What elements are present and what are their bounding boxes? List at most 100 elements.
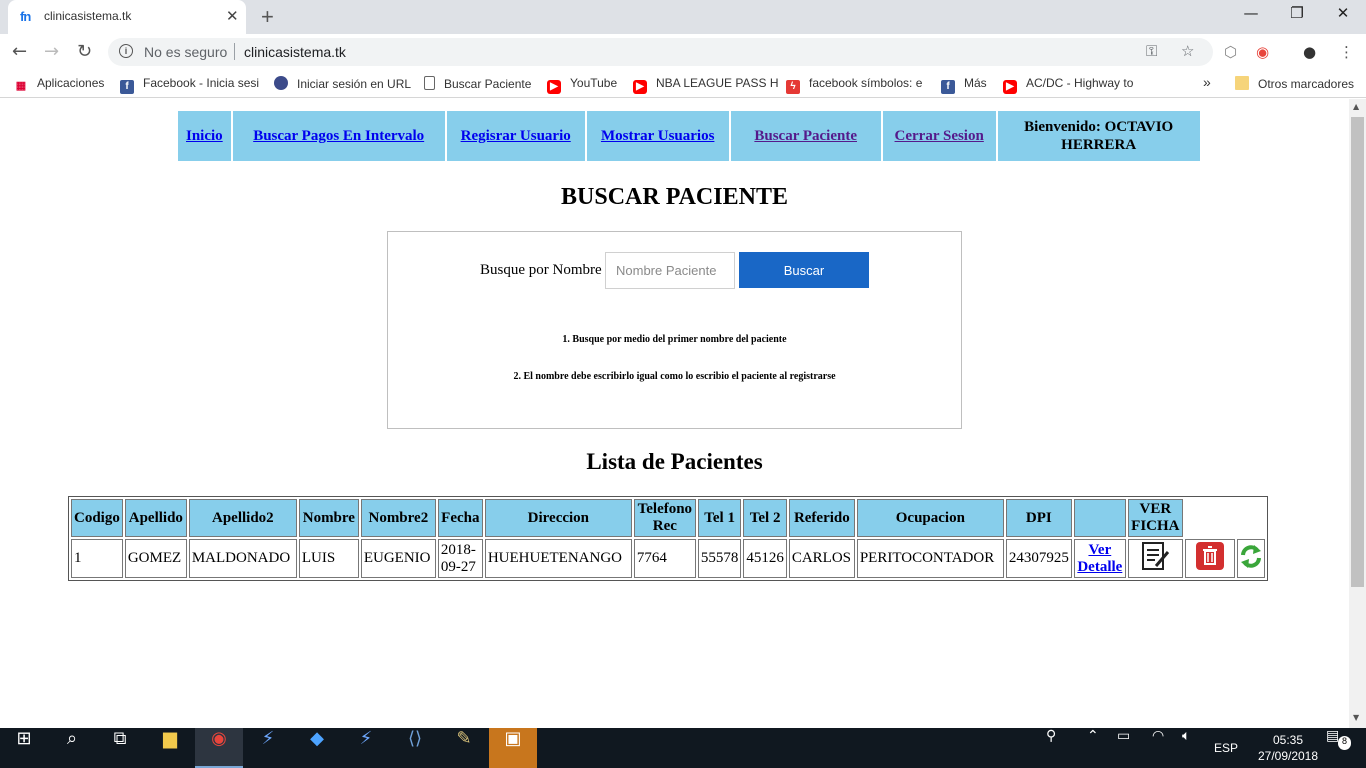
tab-title: clinicasistema.tk xyxy=(44,9,132,23)
network-app-icon[interactable]: ⚡ xyxy=(244,728,292,768)
virtualbox-app-icon[interactable]: ▣ xyxy=(489,728,537,768)
menu-link-registrar-usuario[interactable]: Regisrar Usuario xyxy=(461,128,571,144)
key-icon[interactable]: ⚿ xyxy=(1146,42,1157,60)
security-status[interactable]: No es seguro xyxy=(144,44,227,60)
battery-icon[interactable]: ▭ xyxy=(1117,728,1130,768)
tab-close-icon[interactable]: ✕ xyxy=(226,7,239,25)
cell-ver-ficha xyxy=(1127,539,1183,578)
globe-icon xyxy=(274,76,288,90)
cell-telefono-rec: 7764 xyxy=(633,539,696,578)
bookmark-youtube[interactable]: ▶ YouTube xyxy=(547,76,617,94)
profile-avatar-icon[interactable]: ● xyxy=(1303,43,1316,61)
bookmark-other[interactable]: Otros marcadores xyxy=(1235,76,1354,91)
page-icon xyxy=(424,76,435,90)
facebook-icon: f xyxy=(120,80,134,94)
volume-icon[interactable]: 🔈︎ xyxy=(1182,728,1190,768)
cell-referido: CARLOS xyxy=(788,539,855,578)
menu-link-buscar-pagos[interactable]: Buscar Pagos En Intervalo xyxy=(253,128,424,144)
notification-center-icon[interactable]: ▤ xyxy=(1326,728,1339,768)
browser-tab[interactable]: fn clinicasistema.tk ✕ xyxy=(8,0,246,34)
cell-dpi: 24307925 xyxy=(1005,539,1072,578)
sublime-app-icon[interactable]: ◆ xyxy=(293,728,341,768)
bookmark-label: Iniciar sesión en URL xyxy=(297,77,412,91)
bookmark-url-login[interactable]: Iniciar sesión en URL xyxy=(274,76,411,91)
url-text[interactable]: clinicasistema.tk xyxy=(244,44,346,60)
cell-nombre: LUIS xyxy=(298,539,359,578)
chrome-taskbar-icon[interactable]: ◉ xyxy=(195,728,243,768)
table-row: 1 GOMEZ MALDONADO LUIS EUGENIO 2018-09-2… xyxy=(71,539,1265,578)
list-title: Lista de Pacientes xyxy=(586,449,763,474)
scroll-up-icon[interactable]: ▲ xyxy=(1353,102,1359,111)
bookmark-label: facebook símbolos: e xyxy=(809,76,923,90)
scroll-down-icon[interactable]: ▼ xyxy=(1353,713,1359,722)
cell-ocupacion: PERITOCONTADOR xyxy=(856,539,1004,578)
address-bar[interactable]: i No es seguro clinicasistema.tk ⚿ ☆ xyxy=(108,38,1213,66)
new-tab-button[interactable]: + xyxy=(261,4,274,30)
file-explorer-icon[interactable]: ▆ xyxy=(146,728,194,768)
main-menu: Inicio Buscar Pagos En Intervalo Regisra… xyxy=(176,111,1202,161)
system-clock[interactable]: 05:35 27/09/2018 xyxy=(1256,732,1320,764)
search-icon[interactable]: ⌕ xyxy=(48,728,96,768)
col-apellido: Apellido xyxy=(124,499,187,537)
cell-nombre2: EUGENIO xyxy=(360,539,436,578)
info-icon[interactable]: i xyxy=(119,44,133,58)
page-scrollbar[interactable]: ▲ ▼ xyxy=(1349,99,1366,728)
vscode-app-icon[interactable]: ⟨⟩ xyxy=(391,728,439,768)
clock-time: 05:35 xyxy=(1272,733,1304,747)
omnibox-divider xyxy=(234,43,235,60)
menu-link-mostrar-usuarios[interactable]: Mostrar Usuarios xyxy=(601,128,714,144)
paint-app-icon[interactable]: ✎ xyxy=(440,728,488,768)
menu-item-mostrar: Mostrar Usuarios xyxy=(586,111,729,161)
search-input[interactable] xyxy=(605,252,735,289)
people-icon[interactable]: ⚲ xyxy=(1046,728,1056,768)
close-window-icon[interactable]: ✕ xyxy=(1320,4,1366,22)
more-bookmarks-chevron-icon[interactable]: » xyxy=(1203,74,1211,90)
bookmark-star-icon[interactable]: ☆ xyxy=(1181,42,1194,60)
task-view-icon[interactable]: ⧉ xyxy=(96,728,144,768)
ver-detalle-link[interactable]: Ver Detalle xyxy=(1077,542,1122,575)
chrome-menu-icon[interactable]: ⋮ xyxy=(1339,43,1354,61)
search-button[interactable]: Buscar xyxy=(739,252,869,288)
menu-link-cerrar-sesion[interactable]: Cerrar Sesion xyxy=(895,128,984,144)
bookmark-apps[interactable]: ▦ Aplicaciones xyxy=(14,76,105,93)
col-direccion: Direccion xyxy=(484,499,632,537)
folder-icon xyxy=(1235,76,1249,90)
language-indicator[interactable]: ESP xyxy=(1214,728,1238,768)
tab-strip: fn clinicasistema.tk ✕ + — ❐ ✕ xyxy=(0,0,1366,34)
page-title: BUSCAR PACIENTE xyxy=(561,184,788,210)
menu-link-buscar-paciente[interactable]: Buscar Paciente xyxy=(754,128,857,144)
col-referido: Referido xyxy=(788,499,855,537)
bookmark-mas[interactable]: f Más xyxy=(941,76,987,94)
forward-icon[interactable]: → xyxy=(44,41,59,62)
bookmark-label: AC/DC - Highway to xyxy=(1026,76,1134,90)
bookmark-label: Otros marcadores xyxy=(1258,77,1355,91)
menu-link-inicio[interactable]: Inicio xyxy=(186,128,223,144)
refresh-update-icon[interactable] xyxy=(1238,541,1264,571)
col-ocupacion: Ocupacion xyxy=(856,499,1004,537)
col-dpi: DPI xyxy=(1005,499,1072,537)
trash-delete-icon[interactable] xyxy=(1195,541,1225,571)
bookmark-acdc[interactable]: ▶ AC/DC - Highway to xyxy=(1003,76,1133,94)
bookmark-facebook[interactable]: f Facebook - Inicia sesi xyxy=(120,76,259,94)
bookmark-facebook-symbols[interactable]: ϟ facebook símbolos: e xyxy=(786,76,922,94)
maximize-icon[interactable]: ❐ xyxy=(1274,4,1320,22)
bookmark-buscar-paciente[interactable]: Buscar Paciente xyxy=(424,76,531,91)
scrollbar-thumb[interactable] xyxy=(1351,117,1364,587)
tray-chevron-icon[interactable]: ⌃ xyxy=(1087,728,1099,768)
windows-start-icon[interactable]: ⊞ xyxy=(0,728,48,768)
minimize-icon[interactable]: — xyxy=(1228,4,1274,22)
document-edit-icon[interactable] xyxy=(1140,540,1170,572)
extension-record-icon[interactable]: ◉ xyxy=(1256,43,1269,61)
browser-toolbar: ← → ↻ i No es seguro clinicasistema.tk ⚿… xyxy=(0,34,1366,70)
patients-table: Codigo Apellido Apellido2 Nombre Nombre2… xyxy=(68,496,1268,581)
extension-shield-icon[interactable]: ⬡ xyxy=(1224,43,1237,61)
cell-tel1: 55578 xyxy=(697,539,742,578)
col-tel1: Tel 1 xyxy=(697,499,742,537)
menu-item-buscar-paciente: Buscar Paciente xyxy=(730,111,881,161)
reload-icon[interactable]: ↻ xyxy=(77,41,92,62)
back-icon[interactable]: ← xyxy=(12,41,27,62)
wifi-icon[interactable]: ◠ xyxy=(1152,728,1164,768)
network-app-2-icon[interactable]: ⚡ xyxy=(342,728,390,768)
bookmark-nba[interactable]: ▶ NBA LEAGUE PASS H xyxy=(633,76,779,94)
col-tel2: Tel 2 xyxy=(743,499,787,537)
